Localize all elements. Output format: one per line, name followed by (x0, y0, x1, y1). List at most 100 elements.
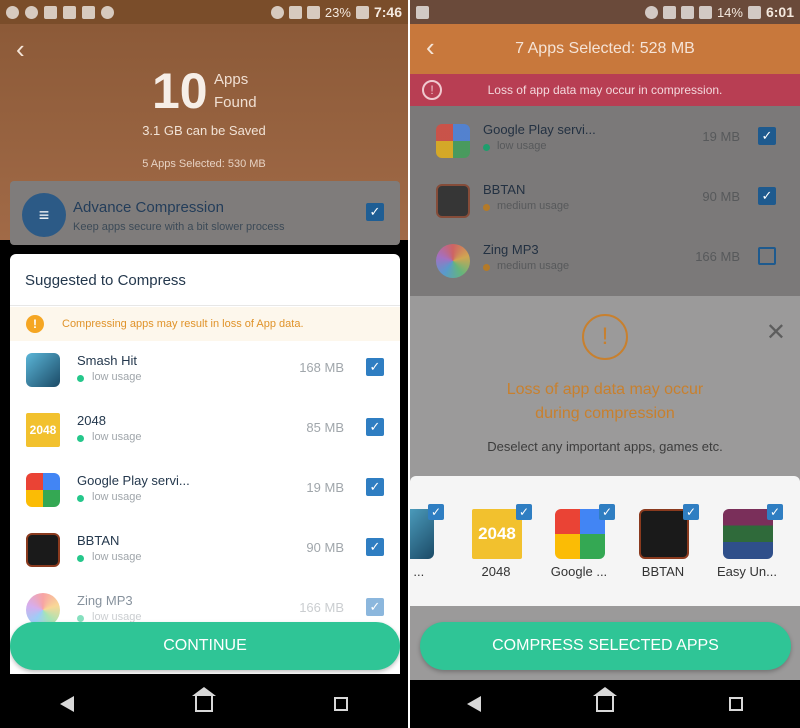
card-title: Suggested to Compress (25, 272, 186, 289)
bulb-icon (101, 5, 114, 19)
can-be-saved-text: 3.1 GB can be Saved (142, 123, 266, 138)
continue-button[interactable]: CONTINUE (10, 622, 400, 670)
app-name: Zing MP3 (77, 593, 133, 608)
list-item[interactable]: Smash Hit low usage 168 MB ✓ (10, 343, 400, 403)
warning-banner: ! Compressing apps may result in loss of… (10, 307, 400, 341)
page-title: 7 Apps Selected: 528 MB (515, 40, 695, 57)
clock: 6:01 (765, 4, 794, 20)
app-name: Zing MP3 (482, 242, 539, 257)
list-item[interactable]: BBTAN low usage 90 MB ✓ (10, 523, 400, 583)
app-size: 166 MB (695, 249, 740, 264)
alarm-icon (270, 5, 284, 19)
advance-checkbox[interactable]: ✓ (366, 203, 384, 221)
google-play-services-icon (554, 509, 605, 559)
app-checkbox[interactable]: ✓ (366, 598, 384, 616)
alert-text: Loss of app data may occur in compressio… (487, 83, 723, 97)
usage-dot (77, 435, 84, 442)
apps-found-label: Apps Found (214, 71, 257, 111)
usage-dot (77, 615, 84, 622)
nav-recents-icon[interactable] (728, 697, 743, 711)
app-tile[interactable]: ✓ Easy Un... (709, 504, 785, 604)
usage-dot (482, 264, 490, 271)
compression-icon: ≡ (22, 193, 66, 237)
battery-icon (355, 5, 369, 19)
app-name: BBTAN (482, 182, 526, 197)
app-checkbox[interactable]: ✓ (758, 127, 776, 145)
app-usage: low usage (92, 371, 142, 383)
android-nav-bar (409, 680, 800, 728)
status-bar: 23% 7:46 (0, 0, 408, 24)
tile-checkbox[interactable]: ✓ (598, 504, 615, 520)
app-checkbox[interactable]: ✓ (758, 187, 776, 205)
usage-dot (482, 204, 490, 211)
usage-dot (77, 375, 84, 382)
app-size: 19 MB (306, 480, 344, 495)
right-phone-screen: 14% 6:01 ‹ 7 Apps Selected: 528 MB ! Los… (409, 0, 800, 728)
app-checkbox[interactable]: ✓ (366, 478, 384, 496)
app-list-dimmed: Google Play servi... low usage 19 MB ✓ B… (409, 106, 800, 296)
nav-back-icon[interactable] (60, 696, 75, 712)
battery-percent: 14% (716, 4, 743, 20)
alert-banner: ! Loss of app data may occur in compress… (409, 74, 800, 106)
app-size: 166 MB (299, 600, 344, 615)
list-item[interactable]: Google Play servi... low usage 19 MB ✓ (10, 463, 400, 523)
usage-dot (77, 555, 84, 562)
app-usage: low usage (92, 551, 142, 563)
sheet-title: Loss of app data may occur during compre… (506, 381, 704, 422)
tile-checkbox[interactable]: ✓ (427, 504, 444, 520)
tile-checkbox[interactable]: ✓ (766, 504, 783, 520)
compress-selected-button[interactable]: COMPRESS SELECTED APPS (419, 622, 791, 670)
nav-back-icon[interactable] (467, 696, 482, 712)
battery-icon (747, 5, 761, 19)
selected-apps-strip: ✓ ...h ... 2048 ✓ 2048 ✓ Google ... ✓ BB… (409, 476, 800, 606)
tile-label: Easy Un... (717, 564, 777, 579)
app-checkbox[interactable]: ✓ (366, 538, 384, 556)
suggested-card: Suggested to Compress ! Compressing apps… (10, 254, 400, 674)
app-size: 90 MB (306, 540, 344, 555)
tile-label: Google ... (550, 564, 608, 579)
advance-subtitle: Keep apps secure with a bit slower proce… (73, 221, 285, 233)
list-item[interactable]: BBTAN medium usage 90 MB ✓ (410, 172, 800, 232)
zing-mp3-icon (435, 244, 470, 278)
bbtan-icon (638, 509, 689, 559)
app-usage: medium usage (496, 200, 570, 212)
app-name: Google Play servi... (77, 473, 190, 488)
app-checkbox[interactable] (758, 247, 776, 265)
app-usage: low usage (92, 431, 142, 443)
close-icon[interactable]: ✕ (766, 318, 786, 347)
clock: 7:46 (373, 4, 402, 20)
advance-compression-option[interactable]: ≡ Advance Compression Keep apps secure w… (10, 181, 400, 245)
warning-text: Compressing apps may result in loss of A… (62, 318, 304, 330)
app-tile[interactable]: ✓ BBTAN (625, 504, 701, 604)
list-item[interactable]: Google Play servi... low usage 19 MB ✓ (410, 112, 800, 172)
nav-home-icon[interactable] (592, 687, 617, 712)
left-phone-screen: 23% 7:46 ‹ 10 Apps Found 3.1 GB can be S… (0, 0, 408, 728)
app-tile[interactable]: 2048 ✓ 2048 (458, 504, 534, 604)
list-item[interactable]: 2048 2048 low usage 85 MB ✓ (10, 403, 400, 463)
usage-dot (77, 495, 84, 502)
list-item[interactable]: Zing MP3 medium usage 166 MB (410, 232, 800, 292)
app-tile[interactable]: ✓ ...h ... (409, 504, 446, 604)
warning-icon: ! (26, 315, 44, 333)
header: ‹ 7 Apps Selected: 528 MB (409, 24, 800, 74)
back-arrow-icon[interactable]: ‹ (16, 36, 38, 62)
tile-label: ...h ... (410, 564, 425, 579)
app-checkbox[interactable]: ✓ (366, 358, 384, 376)
google-play-services-icon (435, 124, 470, 158)
facebook-icon (6, 5, 19, 19)
app-usage: low usage (496, 140, 547, 152)
tile-checkbox[interactable]: ✓ (682, 504, 699, 520)
app-tile[interactable]: ✓ Google ... (541, 504, 617, 604)
wifi-icon (288, 5, 302, 19)
nav-recents-icon[interactable] (333, 697, 348, 711)
selected-summary: 5 Apps Selected: 530 MB (142, 158, 266, 170)
nav-home-icon[interactable] (191, 687, 216, 712)
youtube-icon (82, 5, 95, 19)
2048-icon: 2048 (26, 413, 60, 447)
app-checkbox[interactable]: ✓ (366, 418, 384, 436)
tile-checkbox[interactable]: ✓ (515, 504, 532, 520)
android-nav-bar (0, 680, 408, 728)
easy-unrar-icon (722, 509, 773, 559)
app-size: 85 MB (306, 420, 344, 435)
app-size: 168 MB (299, 360, 344, 375)
